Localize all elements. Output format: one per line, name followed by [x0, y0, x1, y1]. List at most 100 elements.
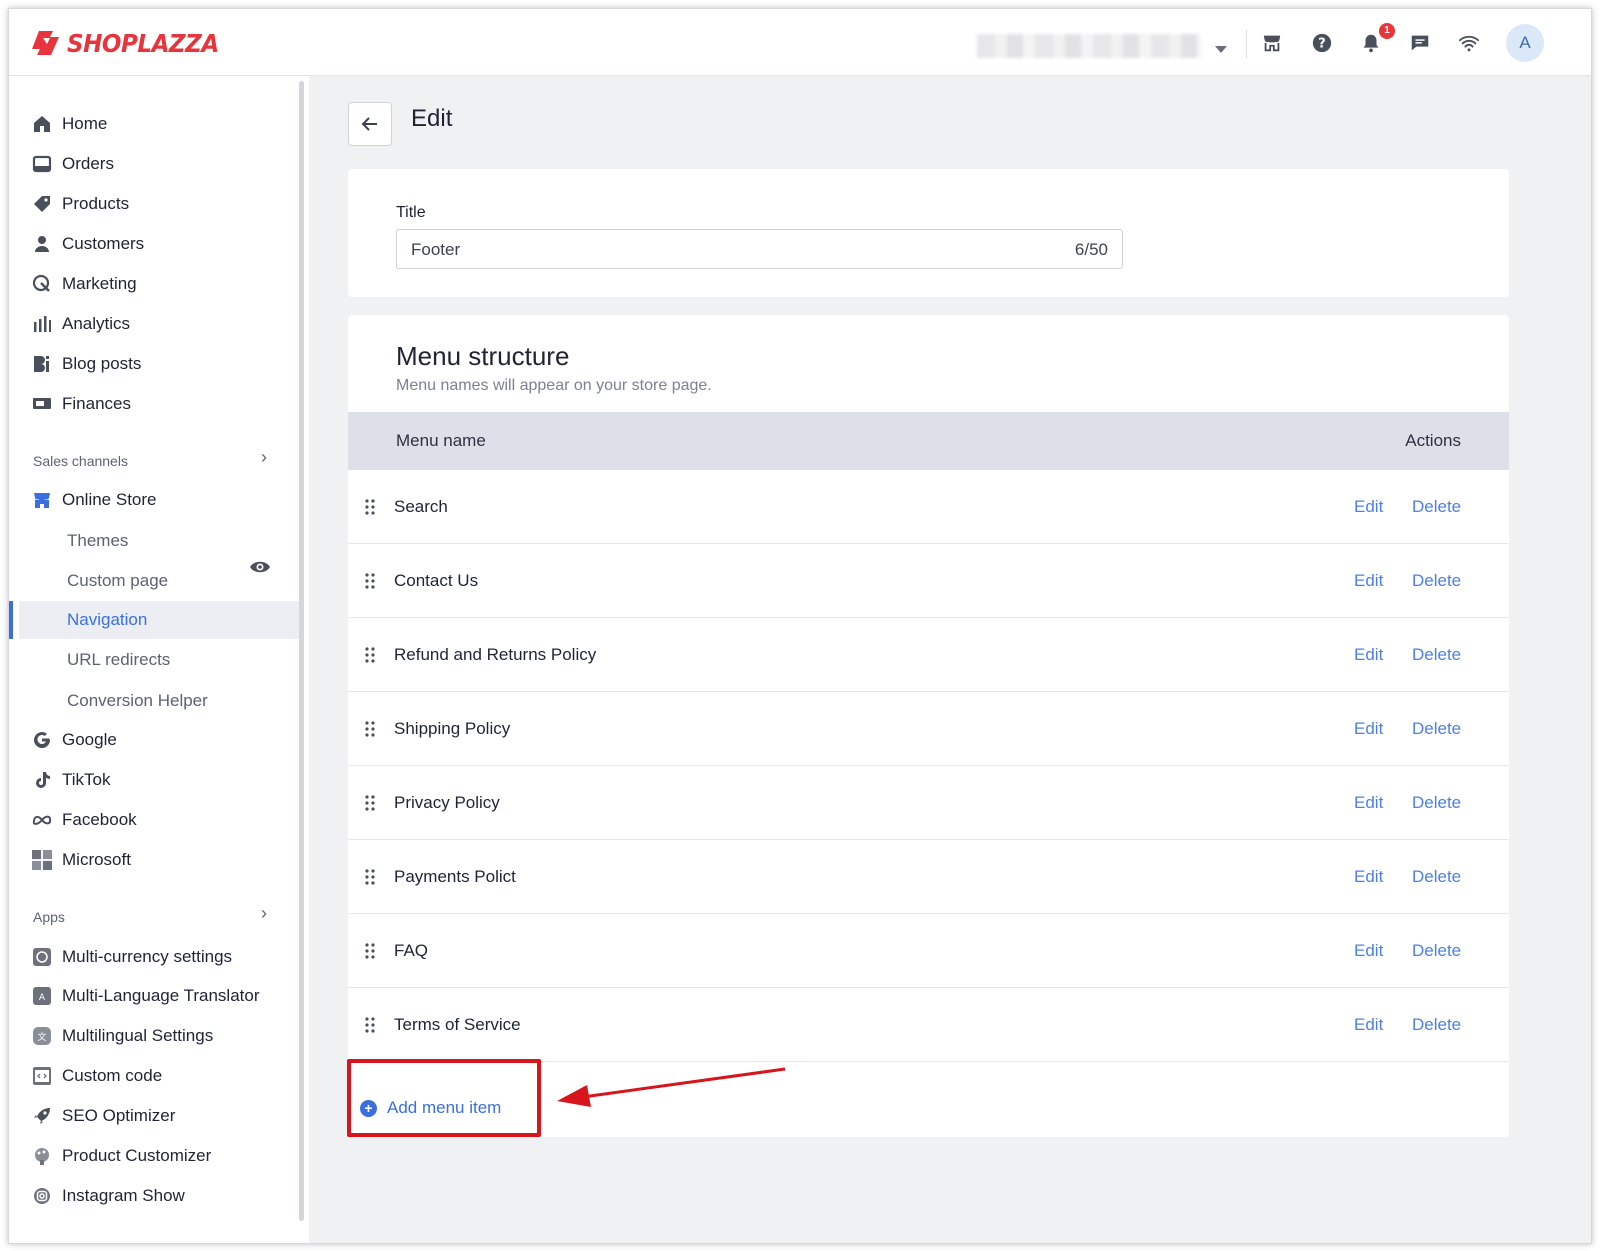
sidebar-item-label: Analytics — [62, 314, 131, 333]
meta-icon — [31, 809, 53, 831]
menu-structure-card: Menu structure Menu names will appear on… — [348, 315, 1509, 1137]
sidebar-item-label: Navigation — [67, 610, 148, 629]
sidebar-item-marketing[interactable]: Marketing — [9, 265, 299, 303]
delete-link[interactable]: Delete — [1412, 793, 1461, 813]
sidebar-item-blog-posts[interactable]: Blog posts — [9, 345, 299, 383]
delete-link[interactable]: Delete — [1412, 867, 1461, 887]
sidebar-item-label: Blog posts — [62, 354, 142, 373]
drag-handle-icon[interactable] — [364, 720, 376, 738]
annotation-arrow-icon — [557, 1067, 786, 1107]
delete-link[interactable]: Delete — [1412, 941, 1461, 961]
sidebar-item-instagram-show[interactable]: Instagram Show — [9, 1177, 299, 1215]
chat-icon[interactable] — [1407, 30, 1433, 56]
brand-wordmark: SHOPLAZZA — [67, 28, 219, 58]
drag-handle-icon[interactable] — [364, 1016, 376, 1034]
menu-structure-heading: Menu structure — [396, 341, 570, 371]
arrow-left-icon — [361, 117, 377, 131]
edit-link[interactable]: Edit — [1354, 571, 1383, 591]
sidebar-item-product-customizer[interactable]: Product Customizer — [9, 1137, 299, 1175]
sidebar-item-label: SEO Optimizer — [62, 1106, 176, 1125]
sidebar-item-conversion-helper[interactable]: Conversion Helper — [9, 682, 299, 720]
table-row: Refund and Returns Policy Edit Delete — [348, 618, 1509, 692]
edit-link[interactable]: Edit — [1354, 497, 1383, 517]
sidebar-scrollbar[interactable] — [299, 81, 304, 1221]
drag-handle-icon[interactable] — [364, 572, 376, 590]
chevron-right-icon[interactable]: › — [261, 447, 267, 468]
sales-channels-header: Sales channels — [33, 453, 128, 469]
drag-handle-icon[interactable] — [364, 794, 376, 812]
sidebar-item-facebook[interactable]: Facebook — [9, 801, 299, 839]
caret-down-icon[interactable] — [1215, 46, 1227, 53]
wifi-icon[interactable] — [1456, 30, 1482, 56]
sidebar-item-tiktok[interactable]: TikTok — [9, 761, 299, 799]
sidebar-item-online-store[interactable]: Online Store — [9, 481, 299, 519]
avatar[interactable]: A — [1506, 24, 1544, 62]
sidebar-item-label: Custom page — [67, 571, 169, 590]
sidebar-item-navigation[interactable]: Navigation — [19, 601, 299, 639]
sidebar-item-microsoft[interactable]: Microsoft — [9, 841, 299, 879]
edit-link[interactable]: Edit — [1354, 719, 1383, 739]
customizer-icon — [31, 1145, 53, 1167]
table-row: Shipping Policy Edit Delete — [348, 692, 1509, 766]
sidebar-item-label: Marketing — [62, 274, 137, 293]
delete-link[interactable]: Delete — [1412, 497, 1461, 517]
edit-link[interactable]: Edit — [1354, 793, 1383, 813]
sidebar-item-label: Microsoft — [62, 850, 131, 869]
sidebar-item-orders[interactable]: Orders — [9, 145, 299, 183]
drag-handle-icon[interactable] — [364, 646, 376, 664]
table-row: Contact Us Edit Delete — [348, 544, 1509, 618]
sidebar-item-multi-language-translator[interactable]: A Multi-Language Translator — [9, 977, 299, 1015]
edit-link[interactable]: Edit — [1354, 941, 1383, 961]
svg-text:?: ? — [1318, 37, 1325, 52]
blog-icon — [31, 353, 53, 375]
delete-link[interactable]: Delete — [1412, 571, 1461, 591]
sidebar-item-themes[interactable]: Themes — [9, 522, 299, 560]
menu-item-name: Search — [394, 497, 448, 516]
store-icon[interactable] — [1259, 30, 1285, 56]
orders-icon — [31, 153, 53, 175]
sidebar-item-analytics[interactable]: Analytics — [9, 305, 299, 343]
sidebar-item-customers[interactable]: Customers — [9, 225, 299, 263]
sidebar-item-custom-page[interactable]: Custom page — [9, 562, 299, 600]
store-selector[interactable] — [977, 34, 1201, 58]
code-app-icon — [31, 1065, 53, 1087]
sidebar-item-label: Instagram Show — [62, 1186, 185, 1205]
sidebar-item-label: Product Customizer — [62, 1146, 212, 1165]
chevron-right-icon[interactable]: › — [261, 903, 267, 924]
person-icon — [31, 233, 53, 255]
svg-text:A: A — [39, 993, 46, 1003]
drag-handle-icon[interactable] — [364, 868, 376, 886]
sidebar-item-home[interactable]: Home — [9, 105, 299, 143]
menu-item-name: FAQ — [394, 941, 429, 960]
title-input-value: Footer — [411, 240, 461, 259]
delete-link[interactable]: Delete — [1412, 645, 1461, 665]
sidebar-item-label: Conversion Helper — [67, 691, 208, 710]
delete-link[interactable]: Delete — [1412, 1015, 1461, 1035]
finance-icon — [31, 393, 53, 415]
help-icon[interactable]: ? — [1309, 30, 1335, 56]
sidebar-item-custom-code[interactable]: Custom code — [9, 1057, 299, 1095]
app-window: SHOPLAZZA ? 1 A Home Orders Products Cus… — [8, 8, 1592, 1244]
sidebar-item-products[interactable]: Products — [9, 185, 299, 223]
back-button[interactable] — [348, 102, 392, 146]
edit-link[interactable]: Edit — [1354, 1015, 1383, 1035]
sidebar-item-label: Orders — [62, 154, 114, 173]
edit-link[interactable]: Edit — [1354, 645, 1383, 665]
sidebar-item-multi-currency[interactable]: Multi-currency settings — [9, 938, 299, 976]
brand-logo[interactable]: SHOPLAZZA — [31, 28, 232, 58]
menu-item-name: Contact Us — [394, 571, 479, 590]
title-input[interactable]: Footer 6/50 — [396, 229, 1123, 269]
sidebar-item-seo-optimizer[interactable]: SEO Optimizer — [9, 1097, 299, 1135]
sidebar-item-label: Google — [62, 730, 117, 749]
title-card: Title Footer 6/50 — [348, 169, 1509, 297]
menu-item-name: Payments Polict — [394, 867, 516, 886]
edit-link[interactable]: Edit — [1354, 867, 1383, 887]
drag-handle-icon[interactable] — [364, 942, 376, 960]
sidebar-item-google[interactable]: Google — [9, 721, 299, 759]
sidebar-item-multilingual-settings[interactable]: 文 Multilingual Settings — [9, 1017, 299, 1055]
sidebar-item-url-redirects[interactable]: URL redirects — [9, 641, 299, 679]
delete-link[interactable]: Delete — [1412, 719, 1461, 739]
menu-item-name: Terms of Service — [394, 1015, 521, 1034]
drag-handle-icon[interactable] — [364, 498, 376, 516]
sidebar-item-finances[interactable]: Finances — [9, 385, 299, 423]
